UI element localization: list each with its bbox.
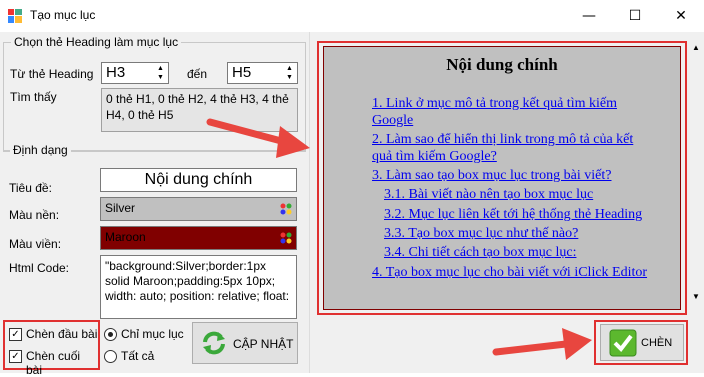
preview-scrollbar[interactable]: ▲ ▼ xyxy=(689,41,704,305)
toc-link[interactable]: 1. Link ở mục mô tả trong kết quả tìm ki… xyxy=(372,95,617,112)
from-heading-label: Từ thẻ Heading xyxy=(10,67,94,81)
toc-sublink[interactable]: 3.4. Chi tiết cách tạo box mục lục: xyxy=(384,244,576,261)
app-icon xyxy=(8,9,22,23)
from-heading-spinner[interactable]: H3 ▲ ▼ xyxy=(101,62,169,84)
scroll-down-icon[interactable]: ▼ xyxy=(692,292,700,301)
html-code-textarea[interactable]: "background:Silver;border:1px solid Maro… xyxy=(100,255,297,319)
to-heading-value: H5 xyxy=(232,64,252,81)
spinner-arrows-icon[interactable]: ▲ ▼ xyxy=(283,64,296,82)
panel-splitter[interactable] xyxy=(309,32,317,373)
close-icon: ✕ xyxy=(675,8,687,24)
title-label: Tiêu đề: xyxy=(9,181,52,195)
minimize-button[interactable]: — xyxy=(566,0,612,32)
update-button[interactable]: CẬP NHẬT xyxy=(192,322,298,364)
toc-link[interactable]: 2. Làm sao để hiển thị link trong mô tả … xyxy=(372,131,633,148)
insert-button-label: CHÈN xyxy=(641,337,673,349)
toc-sublink[interactable]: 3.2. Mục lục liên kết tới hệ thống thẻ H… xyxy=(384,206,642,223)
toc-link[interactable]: quả tìm kiếm Google? xyxy=(372,148,497,165)
from-heading-value: H3 xyxy=(106,64,126,81)
insert-top-label: Chèn đầu bài xyxy=(26,327,98,341)
minimize-icon: — xyxy=(582,8,596,24)
window-title: Tạo mục lục xyxy=(30,8,96,22)
found-label: Tìm thấy xyxy=(10,90,57,104)
palette-icon[interactable] xyxy=(279,231,293,245)
checkmark-icon xyxy=(609,329,637,357)
border-color-label: Màu viền: xyxy=(9,237,62,251)
only-toc-radio[interactable] xyxy=(104,328,117,341)
maximize-button[interactable]: ☐ xyxy=(612,0,658,32)
scroll-up-icon[interactable]: ▲ xyxy=(692,43,700,52)
palette-icon[interactable] xyxy=(279,202,293,216)
border-color-field[interactable]: Maroon xyxy=(100,226,297,250)
toc-sublink[interactable]: 3.3. Tạo box mục lục như thế nào? xyxy=(384,225,578,242)
refresh-icon xyxy=(203,331,225,355)
heading-group: Chọn thẻ Heading làm mục lục Từ thẻ Head… xyxy=(3,35,306,152)
maximize-icon: ☐ xyxy=(628,8,642,24)
toc-preview-box: Nội dung chính 1. Link ở mục mô tả trong… xyxy=(323,46,681,310)
insert-bottom-checkbox[interactable]: ✓ xyxy=(9,350,22,363)
spinner-arrows-icon[interactable]: ▲ ▼ xyxy=(154,64,167,82)
title-bar: Tạo mục lục — ☐ ✕ xyxy=(0,0,704,32)
toc-preview-heading: Nội dung chính xyxy=(446,55,558,74)
toc-link[interactable]: Google xyxy=(372,112,413,129)
html-code-label: Html Code: xyxy=(9,261,70,275)
insert-button[interactable]: CHÈN xyxy=(600,324,684,361)
format-group-legend: Định dạng xyxy=(10,143,71,157)
found-result: 0 thẻ H1, 0 thẻ H2, 4 thẻ H3, 4 thẻ H4, … xyxy=(101,88,298,132)
bg-color-label: Màu nền: xyxy=(9,208,60,222)
heading-group-legend: Chọn thẻ Heading làm mục lục xyxy=(11,35,182,49)
all-radio[interactable] xyxy=(104,350,117,363)
insert-position-highlight: ✓ Chèn đầu bài ✓ Chèn cuối bài xyxy=(3,320,100,377)
toc-link[interactable]: 4. Tạo box mục lục cho bài viết với iCli… xyxy=(372,264,647,281)
to-heading-spinner[interactable]: H5 ▲ ▼ xyxy=(227,62,298,84)
bg-color-field[interactable]: Silver xyxy=(100,197,297,221)
insert-top-checkbox[interactable]: ✓ xyxy=(9,328,22,341)
title-input[interactable]: Nội dung chính xyxy=(100,168,297,192)
close-button[interactable]: ✕ xyxy=(658,0,704,32)
update-button-label: CẬP NHẬT xyxy=(233,337,294,351)
toc-link[interactable]: 3. Làm sao tạo box mục lục trong bài viế… xyxy=(372,167,612,184)
all-label: Tất cả xyxy=(121,349,155,363)
toc-sublink[interactable]: 3.1. Bài viết nào nên tạo box mục lục xyxy=(384,186,593,203)
bg-color-value: Silver xyxy=(105,201,136,215)
only-toc-label: Chỉ mục lục xyxy=(121,327,184,341)
to-heading-label: đến xyxy=(187,67,208,81)
border-color-value: Maroon xyxy=(105,230,146,244)
